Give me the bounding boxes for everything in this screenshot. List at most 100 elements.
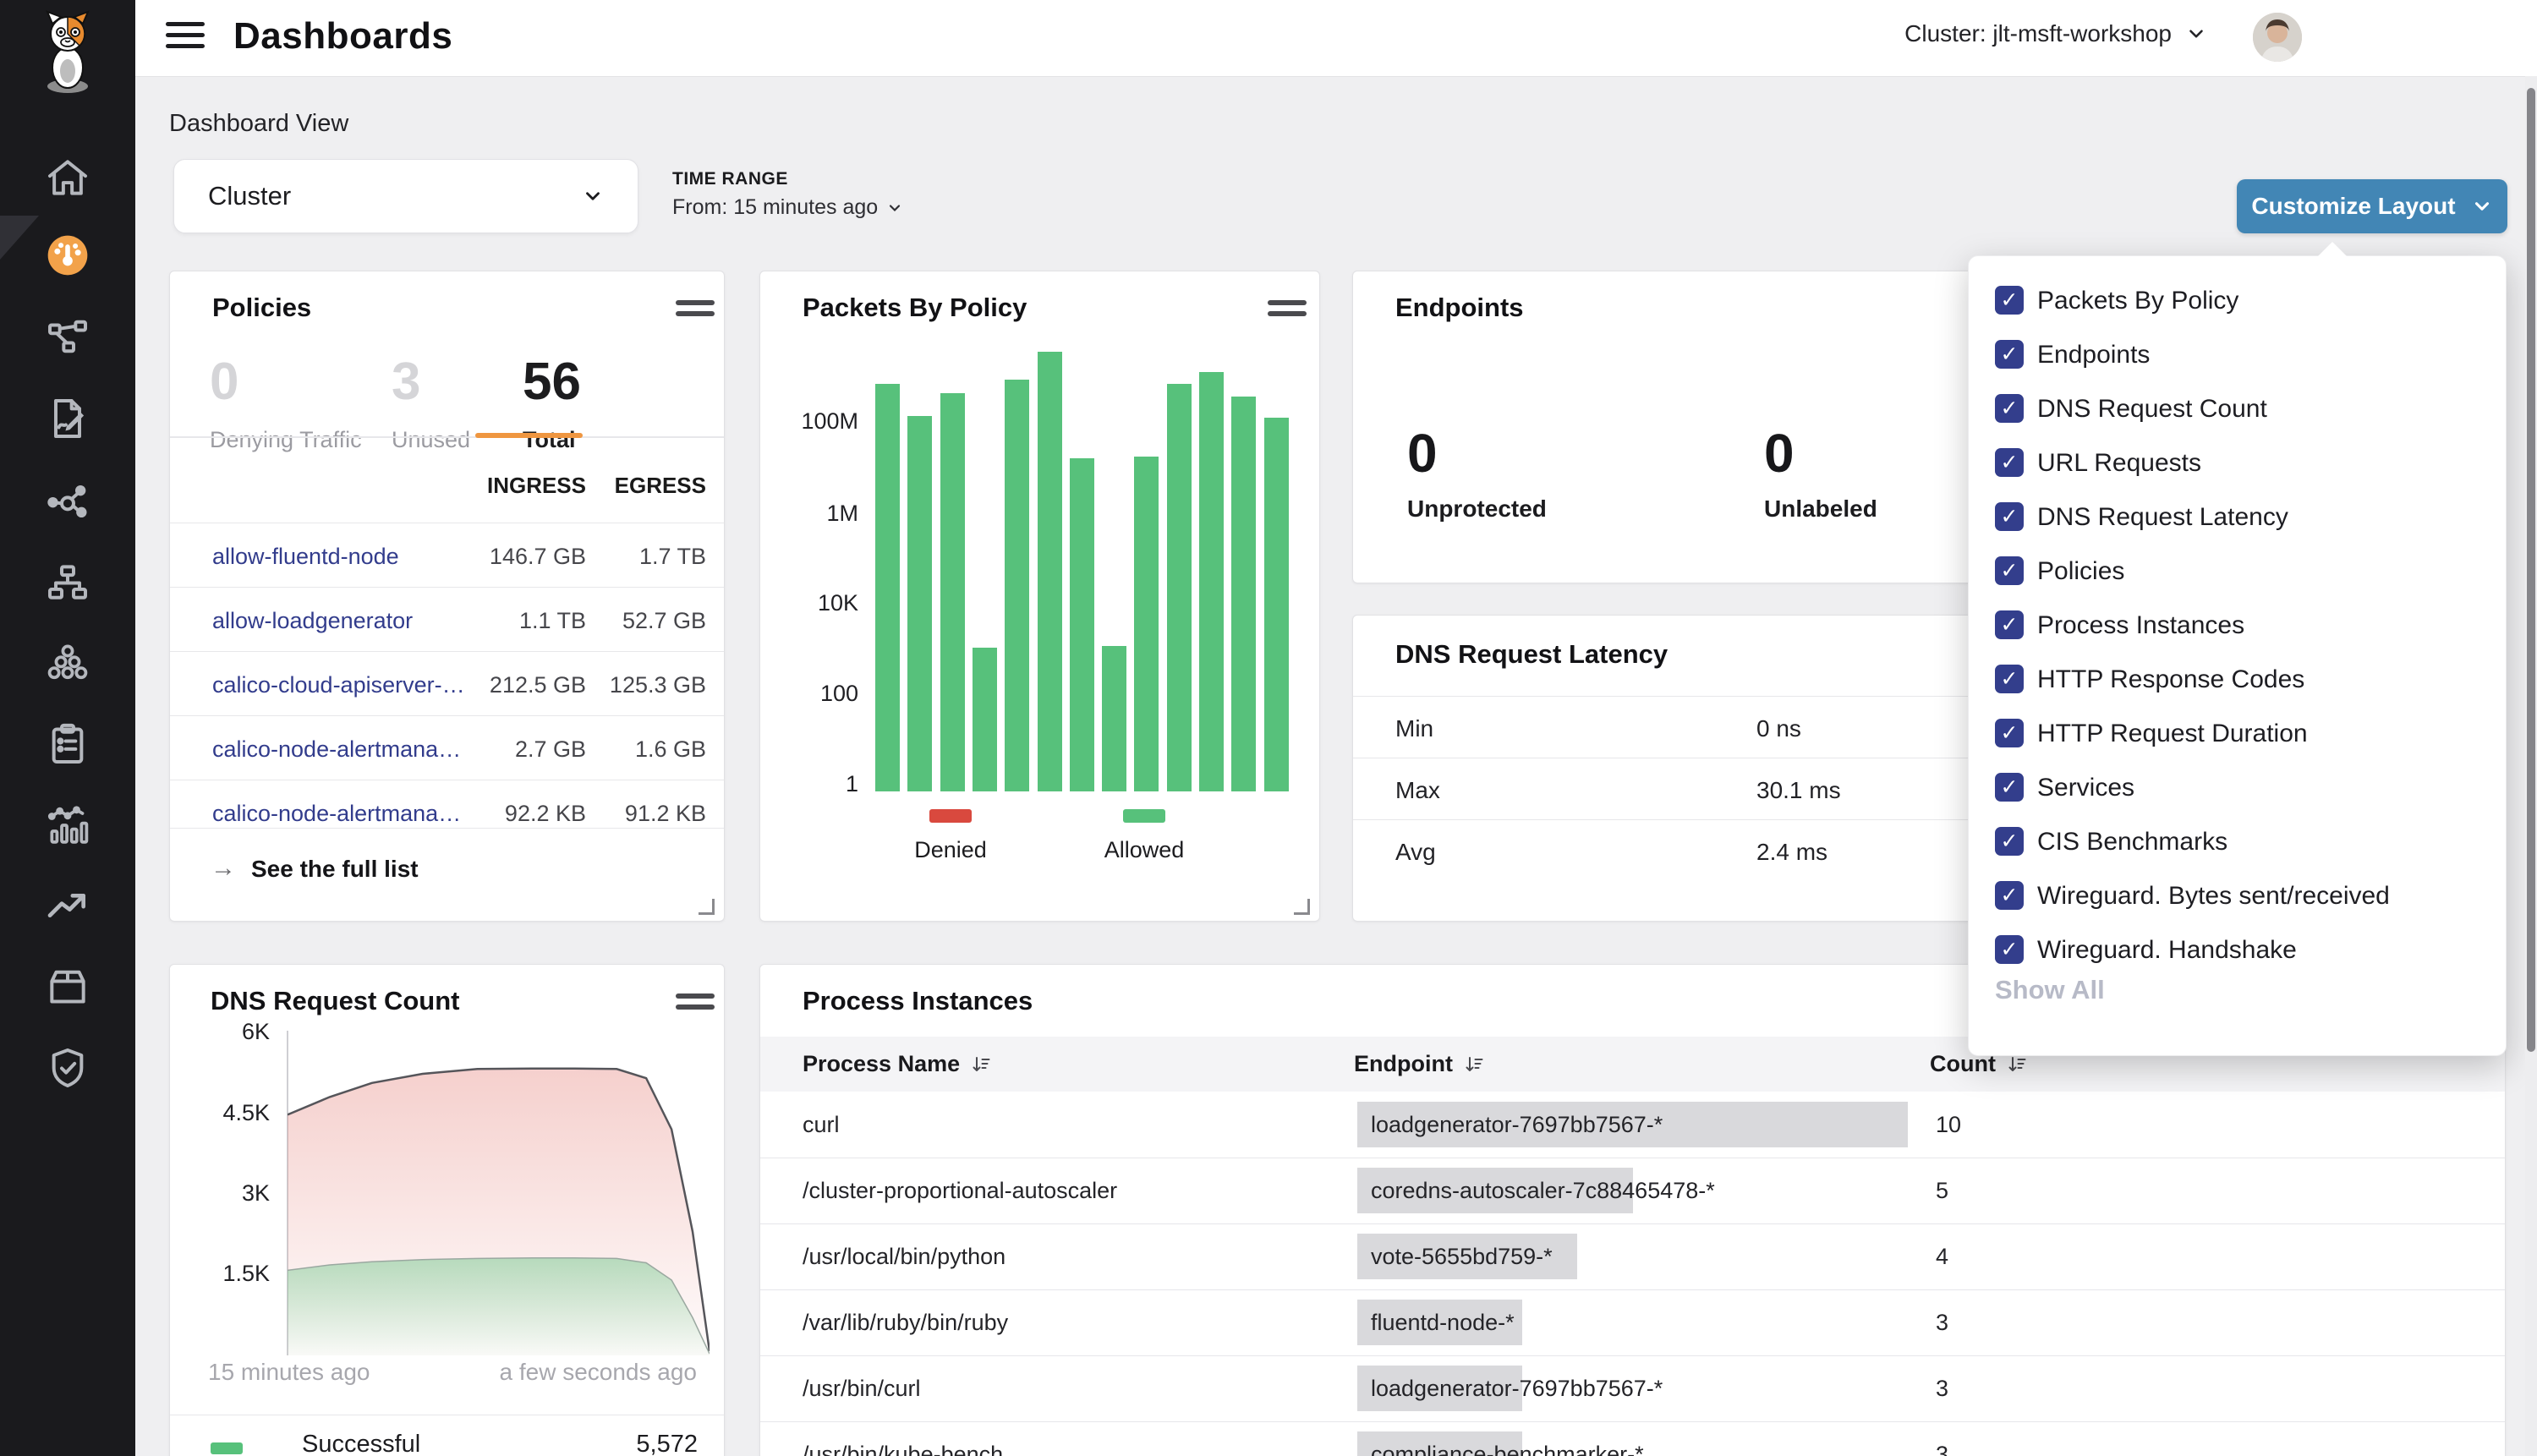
scrollbar-thumb[interactable] — [2527, 88, 2535, 1052]
menu-item-cis-benchmarks[interactable]: ✓CIS Benchmarks — [1969, 827, 2506, 881]
chevron-down-icon — [582, 185, 604, 207]
drag-handle-icon[interactable] — [676, 993, 715, 1012]
checkbox-checked-icon[interactable]: ✓ — [1995, 286, 2024, 315]
sidebar-item-service-graph-icon[interactable] — [44, 478, 91, 525]
menu-item-http-request-duration[interactable]: ✓HTTP Request Duration — [1969, 719, 2506, 773]
policy-link[interactable]: allow-fluentd-node — [212, 544, 399, 570]
allowed-bar[interactable] — [1134, 457, 1159, 791]
drag-handle-icon[interactable] — [676, 300, 715, 319]
policy-link[interactable]: allow-loadgenerator — [212, 608, 413, 634]
sidebar-item-network-nodes-icon[interactable] — [44, 313, 91, 360]
user-avatar[interactable] — [2253, 13, 2302, 62]
menu-item-process-instances[interactable]: ✓ Process Instances — [1969, 610, 2506, 665]
y-axis-tick: 1M — [781, 501, 858, 527]
process-name-cell: /var/lib/ruby/bin/ruby — [803, 1310, 1008, 1336]
allowed-bar[interactable] — [875, 384, 900, 791]
x-axis-label-left: 15 minutes ago — [208, 1359, 370, 1386]
checkbox-checked-icon[interactable]: ✓ — [1995, 719, 2024, 747]
checkbox-checked-icon[interactable]: ✓ — [1995, 340, 2024, 369]
active-tab-underline — [475, 433, 583, 438]
allowed-bar[interactable] — [1038, 352, 1062, 791]
sidebar-item-topology-icon[interactable] — [44, 559, 91, 606]
checkbox-checked-icon[interactable]: ✓ — [1995, 502, 2024, 531]
checkbox-checked-icon[interactable]: ✓ — [1995, 448, 2024, 477]
policies-stat-unused[interactable]: 3Unused — [392, 356, 470, 453]
dashboard-view-select-value: Cluster — [208, 181, 291, 211]
calico-cat-logo[interactable] — [37, 10, 98, 95]
sidebar-item-compliance-clipboard-icon[interactable] — [44, 720, 91, 768]
dashboard-view-select[interactable]: Cluster — [173, 159, 638, 233]
resize-handle[interactable] — [699, 899, 715, 915]
policy-link[interactable]: calico-node-alertmana… — [212, 801, 461, 827]
allowed-bar[interactable] — [1264, 418, 1289, 791]
checkbox-checked-icon[interactable]: ✓ — [1995, 827, 2024, 856]
sidebar-item-trend-arrow-icon[interactable] — [44, 882, 91, 929]
scrollbar-track[interactable] — [2525, 76, 2537, 1456]
legend-allowed[interactable]: Allowed — [1077, 809, 1212, 863]
policies-stat-total[interactable]: 56Total — [523, 356, 581, 453]
legend-denied[interactable]: Denied — [883, 809, 1018, 863]
allowed-bar[interactable] — [1070, 458, 1094, 791]
unlabeled-stat: 0 Unlabeled — [1764, 426, 1877, 523]
menu-item-label: Packets By Policy — [2037, 287, 2238, 315]
customize-layout-button[interactable]: Customize Layout — [2237, 179, 2507, 233]
process-row: curlloadgenerator-7697bb7567-*10 — [760, 1092, 2505, 1158]
menu-item-policies[interactable]: ✓Policies — [1969, 556, 2506, 610]
endpoint-cell: compliance-benchmarker-* — [1371, 1442, 1644, 1456]
sidebar-item-home-icon[interactable] — [44, 154, 91, 201]
policy-link[interactable]: calico-cloud-apiserver-… — [212, 672, 465, 698]
checkbox-checked-icon[interactable]: ✓ — [1995, 935, 2024, 964]
checkbox-checked-icon[interactable]: ✓ — [1995, 556, 2024, 585]
resize-handle[interactable] — [1294, 899, 1310, 915]
sidebar-item-analytics-chart-icon[interactable] — [44, 802, 91, 849]
sidebar-item-dashboards-gauge-icon[interactable] — [44, 232, 91, 279]
drag-handle-icon[interactable] — [1268, 300, 1307, 319]
allowed-bar[interactable] — [940, 393, 965, 791]
allowed-bar[interactable] — [1167, 384, 1192, 791]
policies-stat-denying-traffic[interactable]: 0Denying Traffic — [210, 356, 362, 453]
policy-row: allow-loadgenerator1.1 TB52.7 GB — [170, 587, 724, 652]
allowed-bar[interactable] — [1199, 372, 1224, 791]
count-cell: 4 — [1936, 1244, 1948, 1270]
menu-item-dns-request-count[interactable]: ✓DNS Request Count — [1969, 394, 2506, 448]
menu-item-label: Process Instances — [2037, 611, 2244, 640]
menu-item-dns-request-latency[interactable]: ✓DNS Request Latency — [1969, 502, 2506, 556]
allowed-bar[interactable] — [1102, 646, 1126, 791]
sidebar-item-shield-check-icon[interactable] — [44, 1044, 91, 1092]
y-axis-tick: 100M — [781, 408, 858, 435]
sidebar-item-inventory-box-icon[interactable] — [44, 963, 91, 1010]
process-row: /usr/bin/kube-benchcompliance-benchmarke… — [760, 1421, 2505, 1456]
allowed-bar[interactable] — [1005, 380, 1029, 791]
endpoint-header-label: Endpoint — [1354, 1051, 1453, 1077]
process-name-column-header[interactable]: Process Name — [803, 1051, 992, 1077]
process-row: /usr/local/bin/pythonvote-5655bd759-*4 — [760, 1223, 2505, 1290]
checkbox-checked-icon[interactable]: ✓ — [1995, 610, 2024, 639]
checkbox-checked-icon[interactable]: ✓ — [1995, 773, 2024, 802]
checkbox-checked-icon[interactable]: ✓ — [1995, 881, 2024, 910]
see-full-list-link[interactable]: → See the full list — [170, 828, 724, 923]
show-all-link[interactable]: Show All — [1995, 975, 2105, 1005]
sidebar-item-workloads-cluster-icon[interactable] — [44, 639, 91, 687]
allowed-bar[interactable] — [1231, 397, 1256, 791]
chevron-down-icon — [2185, 23, 2207, 45]
checkbox-checked-icon[interactable]: ✓ — [1995, 394, 2024, 423]
sidebar-item-policy-editor-icon[interactable] — [44, 395, 91, 442]
menu-item-packets-by-policy[interactable]: ✓ Packets By Policy — [1969, 286, 2506, 340]
cluster-selector[interactable]: Cluster: jlt-msft-workshop — [1904, 20, 2207, 47]
menu-item-url-requests[interactable]: ✓URL Requests — [1969, 448, 2506, 502]
allowed-bar[interactable] — [907, 416, 932, 791]
menu-item-http-response-codes[interactable]: ✓HTTP Response Codes — [1969, 665, 2506, 719]
allowed-bar[interactable] — [973, 648, 997, 791]
hamburger-menu-icon[interactable] — [166, 22, 205, 54]
process-name-header-label: Process Name — [803, 1051, 960, 1077]
policy-link[interactable]: calico-node-alertmana… — [212, 736, 461, 763]
endpoint-column-header[interactable]: Endpoint — [1354, 1051, 1485, 1077]
time-range-control[interactable]: TIME RANGE From: 15 minutes ago — [672, 169, 903, 220]
menu-item-endpoints[interactable]: ✓Endpoints — [1969, 340, 2506, 394]
successful-legend-swatch — [211, 1442, 243, 1454]
policy-row: allow-fluentd-node146.7 GB1.7 TB — [170, 523, 724, 588]
menu-item-label: Services — [2037, 774, 2134, 802]
checkbox-checked-icon[interactable]: ✓ — [1995, 665, 2024, 693]
menu-item-services[interactable]: ✓ Services — [1969, 773, 2506, 827]
menu-item-wireguard-bytes-sent-received[interactable]: ✓Wireguard. Bytes sent/received — [1969, 881, 2506, 935]
